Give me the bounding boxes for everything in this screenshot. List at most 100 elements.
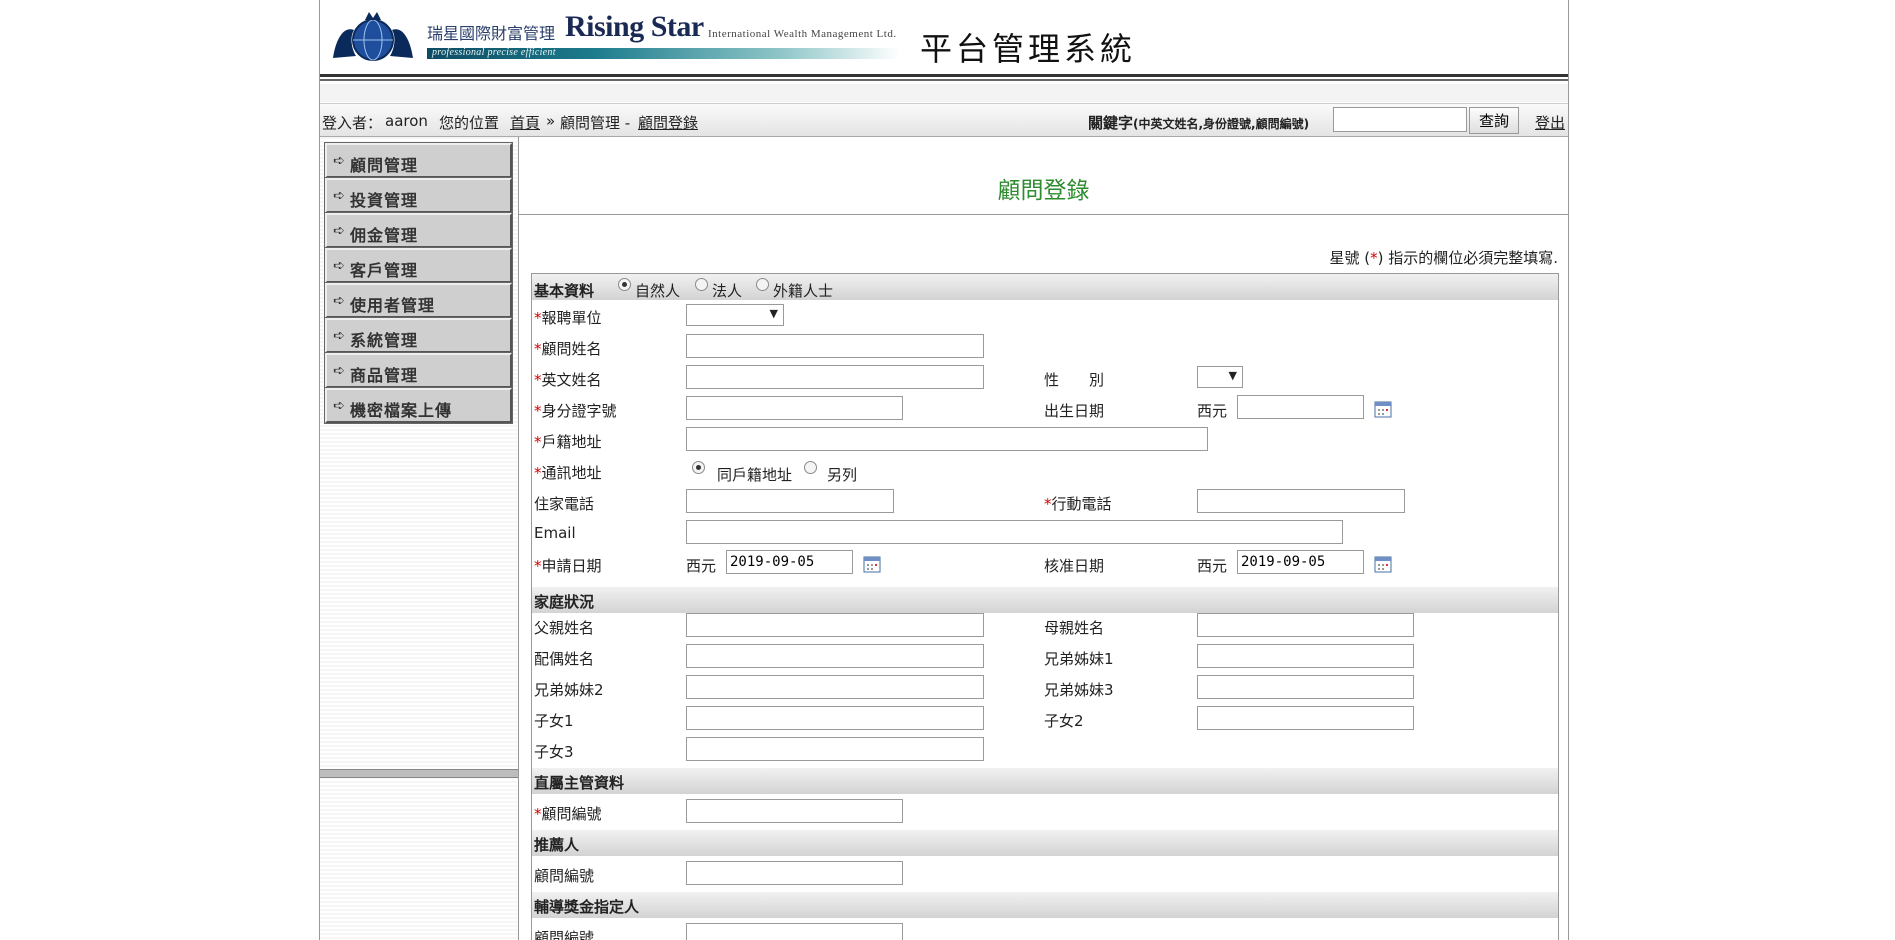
label-sibling2: 兄弟姊妹2: [534, 681, 604, 699]
radio-label: 外籍人士: [773, 282, 834, 300]
breadcrumb-current-link[interactable]: 顧問登錄: [638, 112, 698, 133]
label-referrer-no: 顧問編號: [534, 867, 595, 885]
sidebar-item-label: 系統管理: [350, 331, 419, 350]
child1-input[interactable]: [686, 706, 984, 730]
home-phone-input[interactable]: [686, 489, 894, 513]
keyword-search-input[interactable]: [1333, 107, 1467, 132]
sibling2-input[interactable]: [686, 675, 984, 699]
sidebar: ➪ 顧問管理 ➪ 投資管理 ➪ 佣金管理 ➪ 客戶管理 ➪ 使用者管理 ➪ 系統…: [320, 137, 519, 940]
dropdown-arrow-icon: ▼: [1228, 369, 1237, 382]
sidebar-item-commission-management[interactable]: ➪ 佣金管理: [324, 212, 513, 249]
section-mentor: 輔導獎金指定人: [532, 892, 1558, 918]
birth-date-input[interactable]: [1237, 395, 1364, 419]
radio-label: 自然人: [635, 282, 681, 300]
system-title: 平台管理系統: [920, 30, 1137, 68]
unit-select[interactable]: ▼: [686, 304, 784, 326]
header-rule: [320, 74, 1568, 77]
calendar-icon[interactable]: [1374, 400, 1392, 418]
logout-link[interactable]: 登出: [1535, 112, 1565, 133]
sibling3-input[interactable]: [1197, 675, 1414, 699]
app-frame: 瑞星國際財富管理 Rising Star International Wealt…: [319, 0, 1569, 940]
label-era: 西元: [1197, 402, 1228, 420]
sidebar-item-label: 客戶管理: [350, 261, 419, 280]
father-name-input[interactable]: [686, 613, 984, 637]
child3-input[interactable]: [686, 737, 984, 761]
arrow-right-icon: ➪: [333, 223, 345, 239]
label-apply-date: *申請日期: [534, 557, 602, 575]
mother-name-input[interactable]: [1197, 613, 1414, 637]
section-basic-info: 基本資料 自然人 法人 外籍人士: [532, 274, 1558, 300]
sidebar-item-advisor-management[interactable]: ➪ 顧問管理: [324, 142, 513, 179]
brand-full-name: International Wealth Management Ltd.: [708, 28, 897, 40]
sidebar-item-system-management[interactable]: ➪ 系統管理: [324, 317, 513, 354]
section-referrer: 推薦人: [532, 830, 1558, 856]
required-note-pre: 星號 (: [1329, 249, 1371, 267]
radio-natural-person[interactable]: [618, 278, 631, 291]
arrow-right-icon: ➪: [333, 398, 345, 414]
sidebar-item-investment-management[interactable]: ➪ 投資管理: [324, 177, 513, 214]
radio-foreigner[interactable]: [756, 278, 769, 291]
sidebar-item-product-management[interactable]: ➪ 商品管理: [324, 352, 513, 389]
referrer-advisor-no-input[interactable]: [686, 861, 903, 885]
search-button[interactable]: 查詢: [1469, 107, 1519, 134]
radio-legal-person[interactable]: [695, 278, 708, 291]
radio-label: 同戶籍地址: [717, 466, 793, 484]
id-number-input[interactable]: [686, 396, 903, 420]
label-mail-address-text: 通訊地址: [541, 464, 602, 482]
breadcrumb-separator: »: [546, 112, 556, 130]
section-supervisor: 直屬主管資料: [532, 768, 1558, 794]
english-name-input[interactable]: [686, 365, 984, 389]
label-era: 西元: [686, 557, 717, 575]
keyword-hint: (中英文姓名,身份證號,顧問編號): [1133, 117, 1310, 131]
page-title: 顧問登錄: [997, 178, 1090, 204]
child2-input[interactable]: [1197, 706, 1414, 730]
main-content: 顧問登錄 星號 (*) 指示的欄位必須完整填寫. 基本資料 自然人 法人 外籍人…: [519, 137, 1568, 940]
rising-star-logo: [333, 12, 413, 61]
apply-date-input[interactable]: [726, 550, 853, 574]
section-title: 家庭狀況: [534, 593, 595, 611]
keyword-label-text: 關鍵字: [1088, 114, 1134, 132]
calendar-icon[interactable]: [863, 555, 881, 573]
label-id-no: *身分證字號: [534, 402, 617, 420]
label-unit-text: 報聘單位: [541, 309, 602, 327]
section-title: 推薦人: [534, 836, 580, 854]
section-family: 家庭狀況: [532, 587, 1558, 613]
sibling1-input[interactable]: [1197, 644, 1414, 668]
calendar-icon[interactable]: [1374, 555, 1392, 573]
gender-select[interactable]: ▼: [1197, 366, 1243, 388]
advisor-name-input[interactable]: [686, 334, 984, 358]
brand-english-name: Rising Star: [565, 10, 704, 43]
spouse-name-input[interactable]: [686, 644, 984, 668]
sidebar-item-customer-management[interactable]: ➪ 客戶管理: [324, 247, 513, 284]
label-mail-address: *通訊地址: [534, 464, 602, 482]
brand-chinese-name: 瑞星國際財富管理: [427, 24, 556, 43]
sidebar-item-confidential-upload[interactable]: ➪ 機密檔案上傳: [324, 387, 513, 424]
sidebar-item-label: 機密檔案上傳: [350, 401, 453, 420]
keyword-label: 關鍵字(中英文姓名,身份證號,顧問編號): [1088, 112, 1309, 133]
arrow-right-icon: ➪: [333, 258, 345, 274]
label-spouse: 配偶姓名: [534, 650, 595, 668]
radio-label: 法人: [712, 282, 743, 300]
approve-date-input[interactable]: [1237, 550, 1364, 574]
label-approve-date: 核准日期: [1044, 557, 1105, 575]
section-title: 基本資料: [534, 282, 595, 300]
label-birth: 出生日期: [1044, 402, 1105, 420]
header: 瑞星國際財富管理 Rising Star International Wealt…: [320, 0, 1568, 74]
top-bar: 登入者： aaron 您的位置 首頁 » 顧問管理 - 顧問登錄 關鍵字(中英文…: [320, 103, 1568, 137]
radio-same-as-household[interactable]: [692, 461, 705, 474]
mentor-advisor-no-input[interactable]: [686, 923, 903, 940]
arrow-right-icon: ➪: [333, 328, 345, 344]
label-en-name-text: 英文姓名: [541, 371, 602, 389]
sidebar-item-user-management[interactable]: ➪ 使用者管理: [324, 282, 513, 319]
household-address-input[interactable]: [686, 427, 1208, 451]
required-note: 星號 (*) 指示的欄位必須完整填寫.: [1329, 247, 1558, 268]
mobile-phone-input[interactable]: [1197, 489, 1405, 513]
email-input[interactable]: [686, 520, 1343, 544]
title-rule: [519, 214, 1568, 215]
supervisor-advisor-no-input[interactable]: [686, 799, 903, 823]
arrow-right-icon: ➪: [333, 293, 345, 309]
section-title: 直屬主管資料: [534, 774, 625, 792]
radio-other-address[interactable]: [804, 461, 817, 474]
brand-slogan: professional precise efficient: [432, 47, 556, 58]
breadcrumb-home-link[interactable]: 首頁: [510, 112, 540, 133]
